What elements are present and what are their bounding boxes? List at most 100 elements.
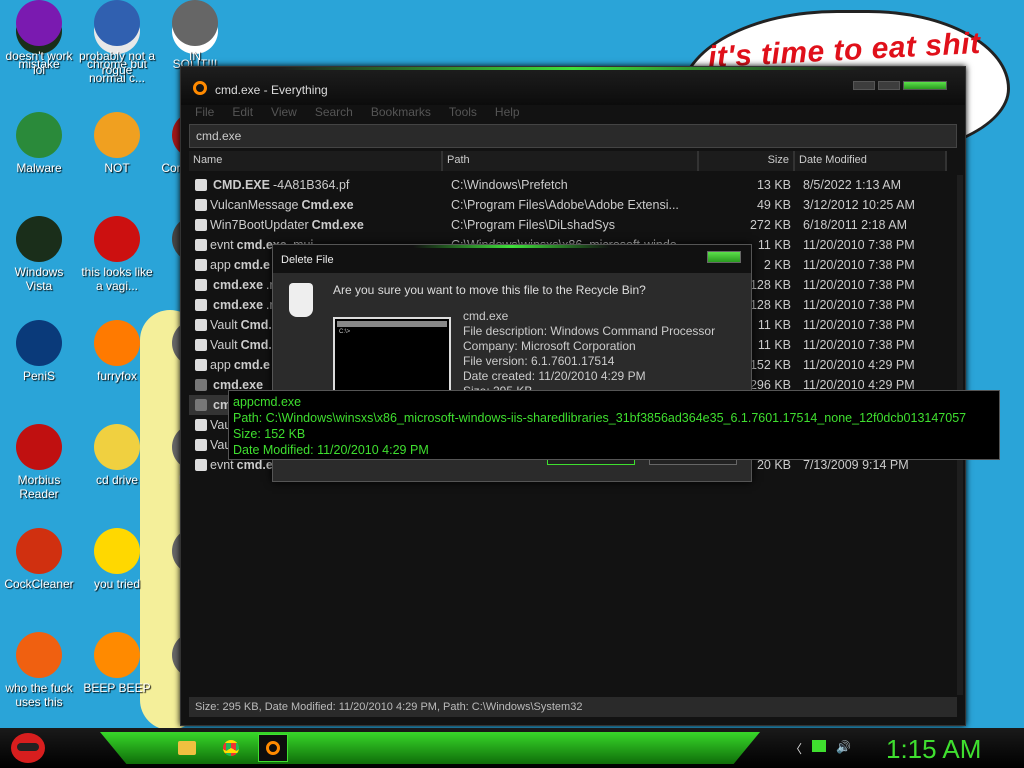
network-icon[interactable]: [812, 740, 827, 752]
column-headers: Name Path Size Date Modified: [189, 151, 957, 171]
desktop-icon-label: doesn't work lol: [5, 49, 73, 77]
desktop-icon[interactable]: who the fuck uses this: [0, 632, 78, 709]
minimize-button[interactable]: [853, 81, 875, 90]
file-icon: [195, 279, 207, 291]
title-bar[interactable]: cmd.exe - Everything: [181, 67, 965, 105]
cell-path: C:\Program Files\DiLshadSys: [451, 218, 615, 232]
close-button[interactable]: [903, 81, 947, 90]
cell-name: Win7BootUpdater Cmd.exe: [189, 218, 445, 232]
menu-item-search[interactable]: Search: [315, 105, 353, 119]
cell-date: 8/5/2022 1:13 AM: [803, 178, 901, 192]
menu-item-help[interactable]: Help: [495, 105, 520, 119]
cell-date: 6/18/2011 2:18 AM: [803, 218, 908, 232]
name-match: cmd.e: [233, 258, 270, 272]
app-icon: [172, 0, 218, 46]
status-bar: Size: 295 KB, Date Modified: 11/20/2010 …: [189, 697, 957, 717]
table-row[interactable]: Win7BootUpdater Cmd.exe C:\Program Files\D…: [189, 215, 957, 235]
name-suffix: -4A81B364.pf: [272, 178, 350, 192]
tray-chevron-icon[interactable]: 〈: [790, 740, 802, 757]
desktop-icon[interactable]: PeniS: [0, 320, 78, 383]
cd-icon: [94, 424, 140, 470]
cell-name: VulcanMessage Cmd.exe: [189, 198, 445, 212]
column-name[interactable]: Name: [189, 151, 443, 171]
desktop-icon-label: you tried: [93, 577, 141, 591]
table-row[interactable]: CMD.EXE -4A81B364.pf C:\Windows\Prefetch 13…: [189, 175, 957, 195]
name-prefix: app: [210, 358, 231, 372]
desktop-icon[interactable]: cd drive: [78, 424, 156, 487]
system-tray: 〈 🔊: [790, 740, 851, 757]
taskbar-everything[interactable]: [258, 734, 288, 762]
dialog-close-button[interactable]: [707, 251, 741, 263]
opera-icon: [94, 216, 140, 262]
tooltip-line: Path: C:\Windows\winsxs\x86_microsoft-wi…: [233, 411, 967, 425]
search-input[interactable]: cmd.exe: [189, 124, 957, 148]
menu-item-tools[interactable]: Tools: [449, 105, 477, 119]
start-button[interactable]: [6, 728, 50, 768]
taskbar-chrome[interactable]: [216, 734, 246, 762]
desktop-icon[interactable]: BEEP BEEP: [78, 632, 156, 695]
column-date-modified[interactable]: Date Modified: [795, 151, 947, 171]
name-match: cmd.e: [233, 358, 270, 372]
menu-item-edit[interactable]: Edit: [232, 105, 253, 119]
desktop-icon[interactable]: probably not a rogue: [78, 0, 156, 77]
desktop-icon-label: cd drive: [95, 473, 139, 487]
cell-size: 13 KB: [756, 178, 791, 192]
angry-bird-icon: [11, 733, 45, 763]
file-icon: [195, 239, 207, 251]
desktop-icon[interactable]: Windows Vista: [0, 216, 78, 293]
desktop-icon[interactable]: furryfox: [78, 320, 156, 383]
name-match: Cmd.: [240, 338, 272, 352]
thumbnail-prompt: C:\>: [339, 329, 351, 335]
exe-icon: [195, 359, 207, 371]
desktop-icon[interactable]: NOT: [78, 112, 156, 175]
clock[interactable]: 1:15 AM: [886, 734, 981, 765]
desktop-icon-label: CockCleaner: [4, 577, 74, 591]
desktop-icon[interactable]: this looks like a vagi...: [78, 216, 156, 293]
thumbnail-titlebar: [337, 321, 447, 327]
desktop-icon[interactable]: IN: [156, 0, 234, 63]
exe-icon: [195, 199, 207, 211]
desktop-icon[interactable]: Malware: [0, 112, 78, 175]
name-prefix: app: [210, 258, 231, 272]
menu-item-view[interactable]: View: [271, 105, 297, 119]
desktop-icon-label: furryfox: [96, 369, 137, 383]
desktop-icon[interactable]: CockCleaner: [0, 528, 78, 591]
yahoo-messenger-icon: [16, 0, 62, 46]
vlc-cone-icon: [94, 632, 140, 678]
taskbar-explorer[interactable]: [172, 734, 202, 762]
column-path[interactable]: Path: [443, 151, 699, 171]
exe-icon: [195, 419, 207, 431]
star-icon: [94, 528, 140, 574]
name-match: cmd.e: [236, 458, 273, 472]
cell-date: 11/20/2010 7:38 PM: [803, 338, 915, 352]
desktop-icon[interactable]: Morbius Reader: [0, 424, 78, 501]
cell-date: 11/20/2010 7:38 PM: [803, 318, 915, 332]
green-orb-icon: [16, 216, 62, 262]
desktop-icon[interactable]: you tried: [78, 528, 156, 591]
file-icon: [195, 259, 207, 271]
volume-icon[interactable]: 🔊: [836, 740, 851, 757]
cell-name: CMD.EXE -4A81B364.pf: [189, 178, 445, 192]
angry-pig-icon: [94, 112, 140, 158]
name-prefix: evnt: [210, 458, 234, 472]
desktop-icon[interactable]: doesn't work lol: [0, 0, 78, 77]
dialog-title-bar[interactable]: Delete File: [273, 245, 751, 273]
maximize-button[interactable]: [878, 81, 900, 90]
photoshop-icon: [16, 320, 62, 366]
desktop-icon-label: who the fuck uses this: [5, 681, 73, 709]
menu-item-bookmarks[interactable]: Bookmarks: [371, 105, 431, 119]
name-prefix: Vault: [210, 338, 238, 352]
chrome-icon: [223, 740, 239, 756]
desktop-icon-label: this looks like a vagi...: [81, 265, 153, 293]
table-row[interactable]: VulcanMessage Cmd.exe C:\Program Files\Ado…: [189, 195, 957, 215]
cell-date: 11/20/2010 4:29 PM: [803, 358, 915, 372]
desktop-icon-label: Morbius Reader: [17, 473, 61, 501]
menu-item-file[interactable]: File: [195, 105, 214, 119]
cmd-icon: [195, 379, 207, 391]
column-size[interactable]: Size: [699, 151, 795, 171]
tooltip-line: Date Modified: 11/20/2010 4:29 PM: [233, 443, 429, 457]
cell-date: 11/20/2010 7:38 PM: [803, 278, 915, 292]
name-prefix: evnt: [210, 238, 234, 252]
desktop-icon-label: probably not a rogue: [78, 49, 156, 77]
firefox-icon: [94, 320, 140, 366]
